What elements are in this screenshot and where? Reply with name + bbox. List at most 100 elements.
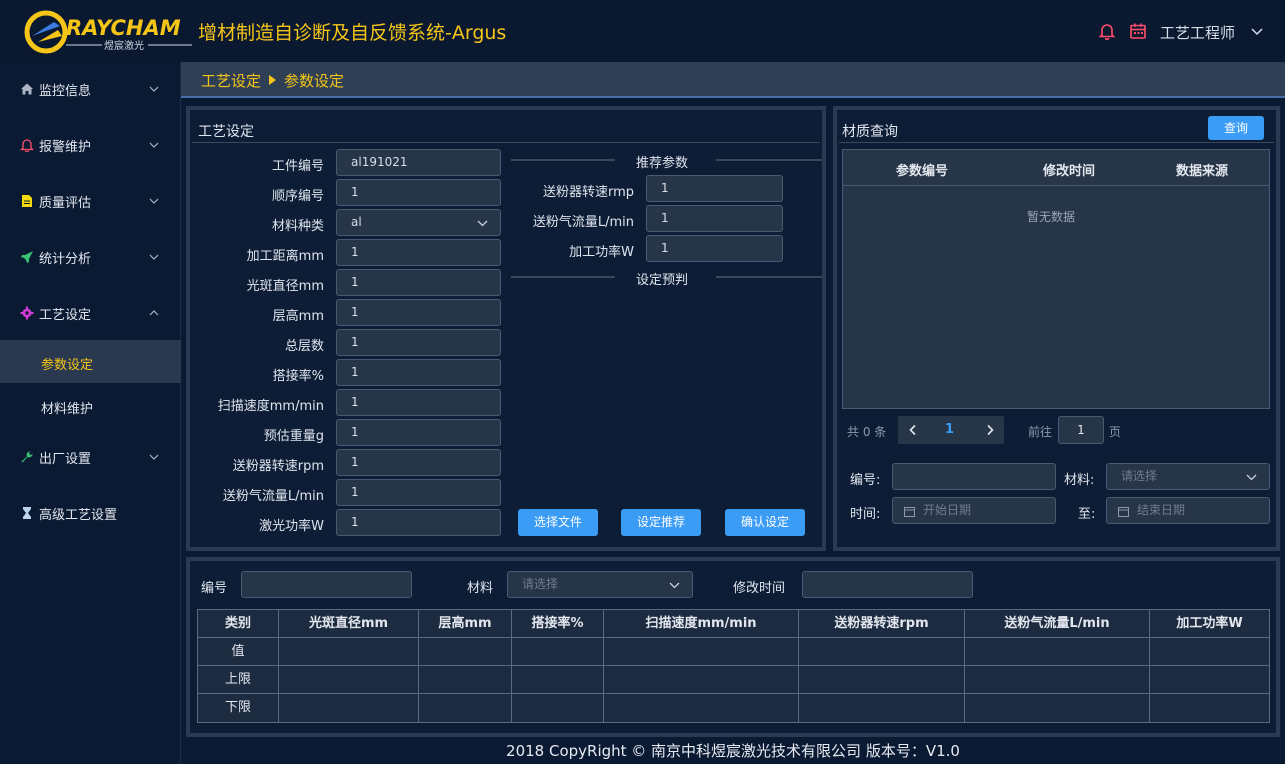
- column-header[interactable]: 修改时间: [1009, 160, 1129, 179]
- sidebar-subitem-param-setting[interactable]: 参数设定: [0, 340, 181, 383]
- material-code-input[interactable]: [892, 463, 1056, 490]
- table-cell[interactable]: [279, 666, 419, 694]
- powder-feeder-speed-input[interactable]: 1: [336, 449, 501, 476]
- table-cell[interactable]: [604, 638, 799, 666]
- hourglass-icon: [23, 507, 31, 519]
- spot-diameter-input[interactable]: 1: [336, 269, 501, 296]
- column-header[interactable]: 数据来源: [1142, 160, 1262, 179]
- table-cell[interactable]: [799, 666, 965, 694]
- breadcrumb-parent[interactable]: 工艺设定: [201, 72, 261, 90]
- bell-icon: [20, 139, 34, 152]
- table-cell[interactable]: [799, 694, 965, 722]
- sidebar-item-label: 出厂设置: [39, 452, 92, 467]
- table-cell[interactable]: [512, 694, 604, 722]
- sidebar-item-process[interactable]: 工艺设定: [0, 286, 181, 342]
- query-button[interactable]: 查询: [1208, 116, 1264, 140]
- choose-file-button[interactable]: 选择文件: [518, 509, 598, 536]
- layer-height-input[interactable]: 1: [336, 299, 501, 326]
- empty-state: 暂无数据: [1027, 210, 1076, 224]
- sidebar-item-statistics[interactable]: 统计分析: [0, 230, 181, 286]
- column-header[interactable]: 参数编号: [862, 160, 982, 179]
- table-cell[interactable]: [279, 694, 419, 722]
- column-header: 扫描速度mm/min: [604, 610, 799, 638]
- material-select[interactable]: 请选择: [507, 571, 693, 598]
- sidebar-item-monitoring[interactable]: 监控信息: [0, 62, 181, 118]
- home-icon: [21, 83, 33, 95]
- estimated-weight-input[interactable]: 1: [336, 419, 501, 446]
- wrench-icon: [21, 451, 33, 463]
- table-cell[interactable]: [419, 694, 512, 722]
- table-cell[interactable]: [965, 666, 1150, 694]
- sidebar-item-advanced[interactable]: 高级工艺设置: [0, 486, 181, 542]
- table-cell[interactable]: [604, 694, 799, 722]
- recommend-power-input[interactable]: 1: [646, 235, 783, 262]
- modified-time-input[interactable]: [802, 571, 973, 598]
- table-cell[interactable]: [1150, 666, 1269, 694]
- prev-page-icon[interactable]: [907, 424, 919, 436]
- sidebar-item-quality[interactable]: 质量评估: [0, 174, 181, 230]
- sidebar-subitem-label: 材料维护: [41, 402, 94, 417]
- sidebar-item-factory[interactable]: 出厂设置: [0, 430, 181, 486]
- sidebar-item-label: 高级工艺设置: [39, 508, 118, 523]
- sequence-number-input[interactable]: 1: [336, 179, 501, 206]
- divider: [192, 142, 820, 143]
- sidebar-subitem-label: 参数设定: [41, 358, 94, 373]
- working-distance-input[interactable]: 1: [336, 239, 501, 266]
- user-menu[interactable]: 工艺工程师: [1160, 22, 1235, 43]
- table-cell[interactable]: [419, 638, 512, 666]
- table-cell[interactable]: [799, 638, 965, 666]
- table-cell[interactable]: [1150, 694, 1269, 722]
- table-cell[interactable]: [965, 694, 1150, 722]
- field-label: 送粉器转速rpm: [232, 459, 324, 474]
- material-select[interactable]: 请选择: [1106, 463, 1270, 490]
- field-label: 加工功率W: [569, 245, 634, 260]
- end-date-input[interactable]: 结束日期: [1106, 497, 1270, 524]
- total-layers-input[interactable]: 1: [336, 329, 501, 356]
- column-header: 送粉器转速rpm: [799, 610, 965, 638]
- scan-speed-input[interactable]: 1: [336, 389, 501, 416]
- recommend-feeder-speed-input[interactable]: 1: [646, 175, 783, 202]
- material-type-select[interactable]: al: [336, 209, 501, 236]
- table-cell[interactable]: [279, 638, 419, 666]
- chevron-up-icon: [149, 310, 159, 316]
- overlap-rate-input[interactable]: 1: [336, 359, 501, 386]
- field-label: 加工距离mm: [246, 249, 324, 264]
- panel-title: 材质查询: [842, 124, 898, 140]
- laser-power-input[interactable]: 1: [336, 509, 501, 536]
- rocket-icon: [21, 251, 33, 263]
- current-page[interactable]: 1: [945, 422, 954, 437]
- recommend-gas-flow-input[interactable]: 1: [646, 205, 783, 232]
- code-input[interactable]: [241, 571, 412, 598]
- table-cell[interactable]: [604, 666, 799, 694]
- chevron-down-icon[interactable]: [1251, 26, 1263, 36]
- workpiece-number-input[interactable]: al191021: [336, 149, 501, 176]
- powder-gas-flow-input[interactable]: 1: [336, 479, 501, 506]
- material-table: [842, 149, 1270, 409]
- bell-icon[interactable]: [1098, 22, 1116, 40]
- field-label: 扫描速度mm/min: [217, 399, 324, 414]
- column-header: 层高mm: [419, 610, 512, 638]
- code-label: 编号:: [850, 473, 881, 488]
- sidebar-item-alarm[interactable]: 报警维护: [0, 118, 181, 174]
- table-cell[interactable]: [512, 638, 604, 666]
- recommend-title: 推荐参数: [636, 156, 689, 171]
- start-date-input[interactable]: 开始日期: [892, 497, 1056, 524]
- divider: [716, 276, 822, 278]
- divider: [716, 159, 822, 161]
- field-label: 送粉气流量L/min: [532, 215, 634, 230]
- calendar-icon[interactable]: [1129, 22, 1147, 40]
- table-cell[interactable]: [419, 666, 512, 694]
- table-cell[interactable]: [965, 638, 1150, 666]
- chevron-down-icon: [149, 198, 159, 204]
- table-cell[interactable]: [1150, 638, 1269, 666]
- confirm-settings-button[interactable]: 确认设定: [725, 509, 805, 536]
- sidebar-subitem-material-maintenance[interactable]: 材料维护: [0, 384, 181, 427]
- table-cell[interactable]: [512, 666, 604, 694]
- set-recommend-button[interactable]: 设定推荐: [621, 509, 701, 536]
- next-page-icon[interactable]: [984, 424, 996, 436]
- goto-page-input[interactable]: 1: [1058, 416, 1104, 444]
- end-date-placeholder: 结束日期: [1137, 503, 1186, 517]
- material-type-value: al: [351, 215, 362, 229]
- start-date-placeholder: 开始日期: [923, 503, 972, 517]
- chevron-down-icon: [149, 142, 159, 148]
